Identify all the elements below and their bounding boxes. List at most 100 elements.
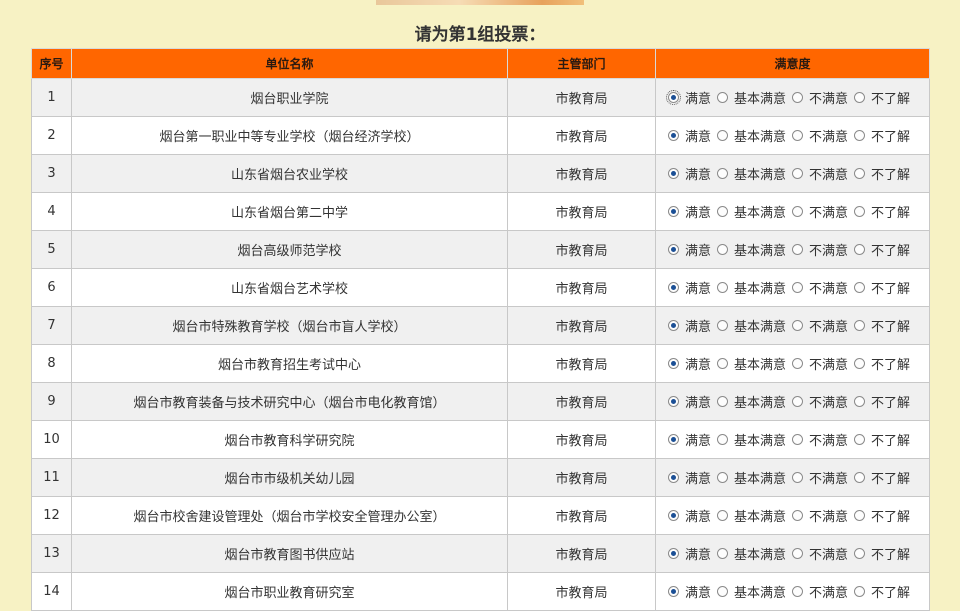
option-unknown[interactable]: 不了解: [854, 202, 910, 221]
radio-unsatisfied[interactable]: [792, 206, 804, 217]
option-unsatisfied[interactable]: 不满意: [792, 354, 848, 373]
radio-satisfied[interactable]: [668, 320, 679, 331]
radio-unsatisfied[interactable]: [792, 92, 804, 103]
radio-unknown[interactable]: [854, 320, 866, 331]
radio-unknown[interactable]: [854, 92, 866, 103]
option-satisfied[interactable]: 满意: [668, 126, 711, 145]
option-unsatisfied[interactable]: 不满意: [792, 582, 848, 601]
radio-basically-satisfied[interactable]: [717, 358, 729, 369]
option-basically-satisfied[interactable]: 基本满意: [717, 392, 786, 411]
radio-unknown[interactable]: [854, 586, 866, 597]
option-satisfied[interactable]: 满意: [668, 164, 711, 183]
radio-unsatisfied[interactable]: [792, 510, 804, 521]
radio-satisfied[interactable]: [666, 90, 681, 105]
option-unknown[interactable]: 不了解: [854, 240, 910, 259]
radio-basically-satisfied[interactable]: [717, 282, 729, 293]
option-satisfied[interactable]: 满意: [668, 506, 711, 525]
radio-unknown[interactable]: [854, 548, 866, 559]
radio-basically-satisfied[interactable]: [717, 434, 729, 445]
radio-basically-satisfied[interactable]: [717, 510, 729, 521]
radio-satisfied[interactable]: [668, 434, 679, 445]
option-unknown[interactable]: 不了解: [854, 468, 910, 487]
radio-basically-satisfied[interactable]: [717, 130, 729, 141]
radio-basically-satisfied[interactable]: [717, 548, 729, 559]
radio-basically-satisfied[interactable]: [717, 396, 729, 407]
radio-unknown[interactable]: [854, 130, 866, 141]
radio-unknown[interactable]: [854, 472, 866, 483]
radio-unknown[interactable]: [854, 206, 866, 217]
radio-basically-satisfied[interactable]: [717, 92, 729, 103]
option-unknown[interactable]: 不了解: [854, 354, 910, 373]
option-unsatisfied[interactable]: 不满意: [792, 468, 848, 487]
radio-unsatisfied[interactable]: [792, 586, 804, 597]
radio-unsatisfied[interactable]: [792, 282, 804, 293]
radio-unsatisfied[interactable]: [792, 358, 804, 369]
radio-unsatisfied[interactable]: [792, 130, 804, 141]
option-unknown[interactable]: 不了解: [854, 88, 910, 107]
radio-unknown[interactable]: [854, 282, 866, 293]
radio-unknown[interactable]: [854, 244, 866, 255]
option-satisfied[interactable]: 满意: [668, 202, 711, 221]
radio-unsatisfied[interactable]: [792, 472, 804, 483]
radio-satisfied[interactable]: [668, 358, 679, 369]
radio-satisfied[interactable]: [668, 396, 679, 407]
radio-satisfied[interactable]: [668, 282, 679, 293]
radio-basically-satisfied[interactable]: [717, 206, 729, 217]
option-basically-satisfied[interactable]: 基本满意: [717, 240, 786, 259]
option-basically-satisfied[interactable]: 基本满意: [717, 430, 786, 449]
option-satisfied[interactable]: 满意: [668, 582, 711, 601]
option-unsatisfied[interactable]: 不满意: [792, 202, 848, 221]
option-unknown[interactable]: 不了解: [854, 278, 910, 297]
option-unknown[interactable]: 不了解: [854, 582, 910, 601]
radio-unsatisfied[interactable]: [792, 168, 804, 179]
option-satisfied[interactable]: 满意: [668, 278, 711, 297]
radio-satisfied[interactable]: [668, 168, 679, 179]
option-satisfied[interactable]: 满意: [668, 392, 711, 411]
option-unsatisfied[interactable]: 不满意: [792, 430, 848, 449]
radio-unsatisfied[interactable]: [792, 320, 804, 331]
radio-satisfied[interactable]: [668, 472, 679, 483]
option-unknown[interactable]: 不了解: [854, 316, 910, 335]
radio-satisfied[interactable]: [668, 510, 679, 521]
option-satisfied[interactable]: 满意: [668, 240, 711, 259]
option-unsatisfied[interactable]: 不满意: [792, 316, 848, 335]
option-basically-satisfied[interactable]: 基本满意: [717, 354, 786, 373]
radio-unknown[interactable]: [854, 396, 866, 407]
option-basically-satisfied[interactable]: 基本满意: [717, 164, 786, 183]
option-satisfied[interactable]: 满意: [668, 544, 711, 563]
option-unsatisfied[interactable]: 不满意: [792, 240, 848, 259]
radio-unknown[interactable]: [854, 358, 866, 369]
radio-basically-satisfied[interactable]: [717, 586, 729, 597]
option-basically-satisfied[interactable]: 基本满意: [717, 316, 786, 335]
option-basically-satisfied[interactable]: 基本满意: [717, 468, 786, 487]
radio-satisfied[interactable]: [668, 548, 679, 559]
radio-satisfied[interactable]: [668, 586, 679, 597]
option-satisfied[interactable]: 满意: [668, 430, 711, 449]
option-basically-satisfied[interactable]: 基本满意: [717, 202, 786, 221]
radio-basically-satisfied[interactable]: [717, 472, 729, 483]
option-unknown[interactable]: 不了解: [854, 164, 910, 183]
radio-basically-satisfied[interactable]: [717, 320, 729, 331]
option-basically-satisfied[interactable]: 基本满意: [717, 506, 786, 525]
radio-unsatisfied[interactable]: [792, 244, 804, 255]
radio-unknown[interactable]: [854, 168, 866, 179]
option-basically-satisfied[interactable]: 基本满意: [717, 278, 786, 297]
option-unsatisfied[interactable]: 不满意: [792, 506, 848, 525]
radio-unknown[interactable]: [854, 434, 866, 445]
radio-unsatisfied[interactable]: [792, 434, 804, 445]
option-unsatisfied[interactable]: 不满意: [792, 164, 848, 183]
option-unknown[interactable]: 不了解: [854, 544, 910, 563]
option-basically-satisfied[interactable]: 基本满意: [717, 126, 786, 145]
option-satisfied[interactable]: 满意: [668, 354, 711, 373]
option-unsatisfied[interactable]: 不满意: [792, 126, 848, 145]
option-basically-satisfied[interactable]: 基本满意: [717, 582, 786, 601]
radio-satisfied[interactable]: [668, 130, 679, 141]
option-unsatisfied[interactable]: 不满意: [792, 278, 848, 297]
radio-unsatisfied[interactable]: [792, 548, 804, 559]
radio-basically-satisfied[interactable]: [717, 244, 729, 255]
option-unknown[interactable]: 不了解: [854, 506, 910, 525]
option-unknown[interactable]: 不了解: [854, 430, 910, 449]
radio-satisfied[interactable]: [668, 244, 679, 255]
option-basically-satisfied[interactable]: 基本满意: [717, 88, 786, 107]
option-unsatisfied[interactable]: 不满意: [792, 88, 848, 107]
